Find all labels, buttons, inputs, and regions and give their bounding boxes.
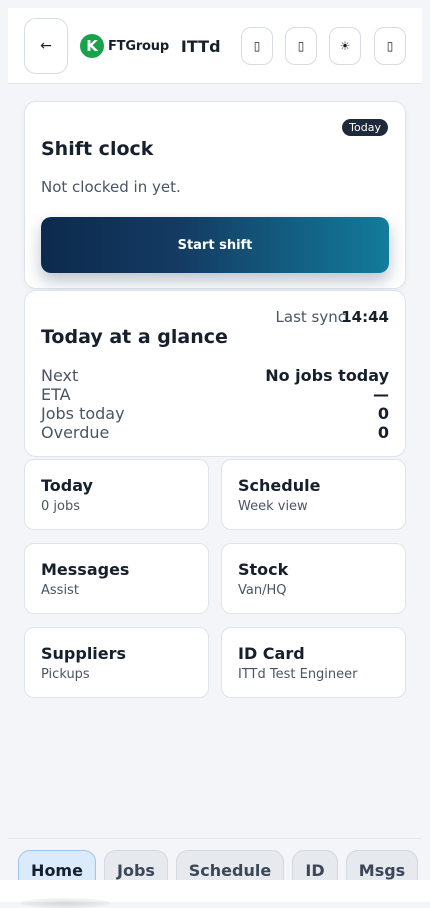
back-arrow-icon: ← [40,38,52,54]
today-badge: Today [342,119,388,136]
glance-value: — [373,385,389,404]
tile-title: ID Card [238,644,305,663]
tile-stock[interactable]: Stock Van/HQ [221,543,406,614]
glance-row-jobs-today: Jobs today 0 [41,404,389,423]
company-logo: K [80,34,104,58]
tile-subtitle: Assist [41,583,79,598]
last-sync-time: 14:44 [341,308,389,326]
shift-clock-card: Today Shift clock Not clocked in yet. St… [24,101,406,289]
tile-subtitle: Pickups [41,667,90,682]
header-icon-button-1[interactable]: ▯ [241,27,273,65]
tile-subtitle: 0 jobs [41,499,80,514]
sun-icon: ☀ [339,39,351,53]
glance-row-eta: ETA — [41,385,389,404]
header-icon-button-2[interactable]: ▯ [285,27,317,65]
tile-subtitle: ITTd Test Engineer [238,667,358,682]
glance-value: No jobs today [265,366,389,385]
app-header: ← K FTGroup ITTd ▯ ▯ ☀ ▯ [8,8,422,84]
glance-row-overdue: Overdue 0 [41,423,389,442]
glance-row-next: Next No jobs today [41,366,389,385]
tile-title: Messages [41,560,130,579]
tile-schedule[interactable]: Schedule Week view [221,459,406,530]
today-at-a-glance-card: Last sync 14:44 Today at a glance Next N… [24,290,406,457]
tile-title: Today [41,476,93,495]
shift-status-text: Not clocked in yet. [41,178,181,196]
shift-clock-title: Shift clock [41,138,154,160]
glance-key: ETA [41,385,71,404]
tile-suppliers[interactable]: Suppliers Pickups [24,627,209,698]
glance-key: Next [41,366,79,385]
glance-stats: Next No jobs today ETA — Jobs today 0 Ov… [41,366,389,442]
tile-messages[interactable]: Messages Assist [24,543,209,614]
glance-value: 0 [377,404,389,423]
company-logo-text: FTGroup [108,38,169,54]
tile-today[interactable]: Today 0 jobs [24,459,209,530]
glance-key: Jobs today [41,404,125,423]
last-sync-label: Last sync [275,308,346,326]
bottom-shadow [20,898,110,908]
tile-title: Suppliers [41,644,127,663]
brand: K FTGroup ITTd [80,33,221,59]
glance-title: Today at a glance [41,326,228,348]
tile-subtitle: Week view [238,499,308,514]
back-button[interactable]: ← [24,18,68,74]
header-icon-2: ▯ [297,39,305,53]
start-shift-button[interactable]: Start shift [41,217,389,273]
header-icon-1: ▯ [253,39,261,53]
tile-title: Schedule [238,476,321,495]
header-icon-4: ▯ [386,39,394,53]
tile-id-card[interactable]: ID Card ITTd Test Engineer [221,627,406,698]
glance-key: Overdue [41,423,110,442]
glance-value: 0 [377,423,389,442]
header-icon-button-4[interactable]: ▯ [374,27,406,65]
tile-title: Stock [238,560,289,579]
theme-toggle-button[interactable]: ☀ [329,27,361,65]
app-title: ITTd [180,36,221,56]
tile-subtitle: Van/HQ [238,583,287,598]
